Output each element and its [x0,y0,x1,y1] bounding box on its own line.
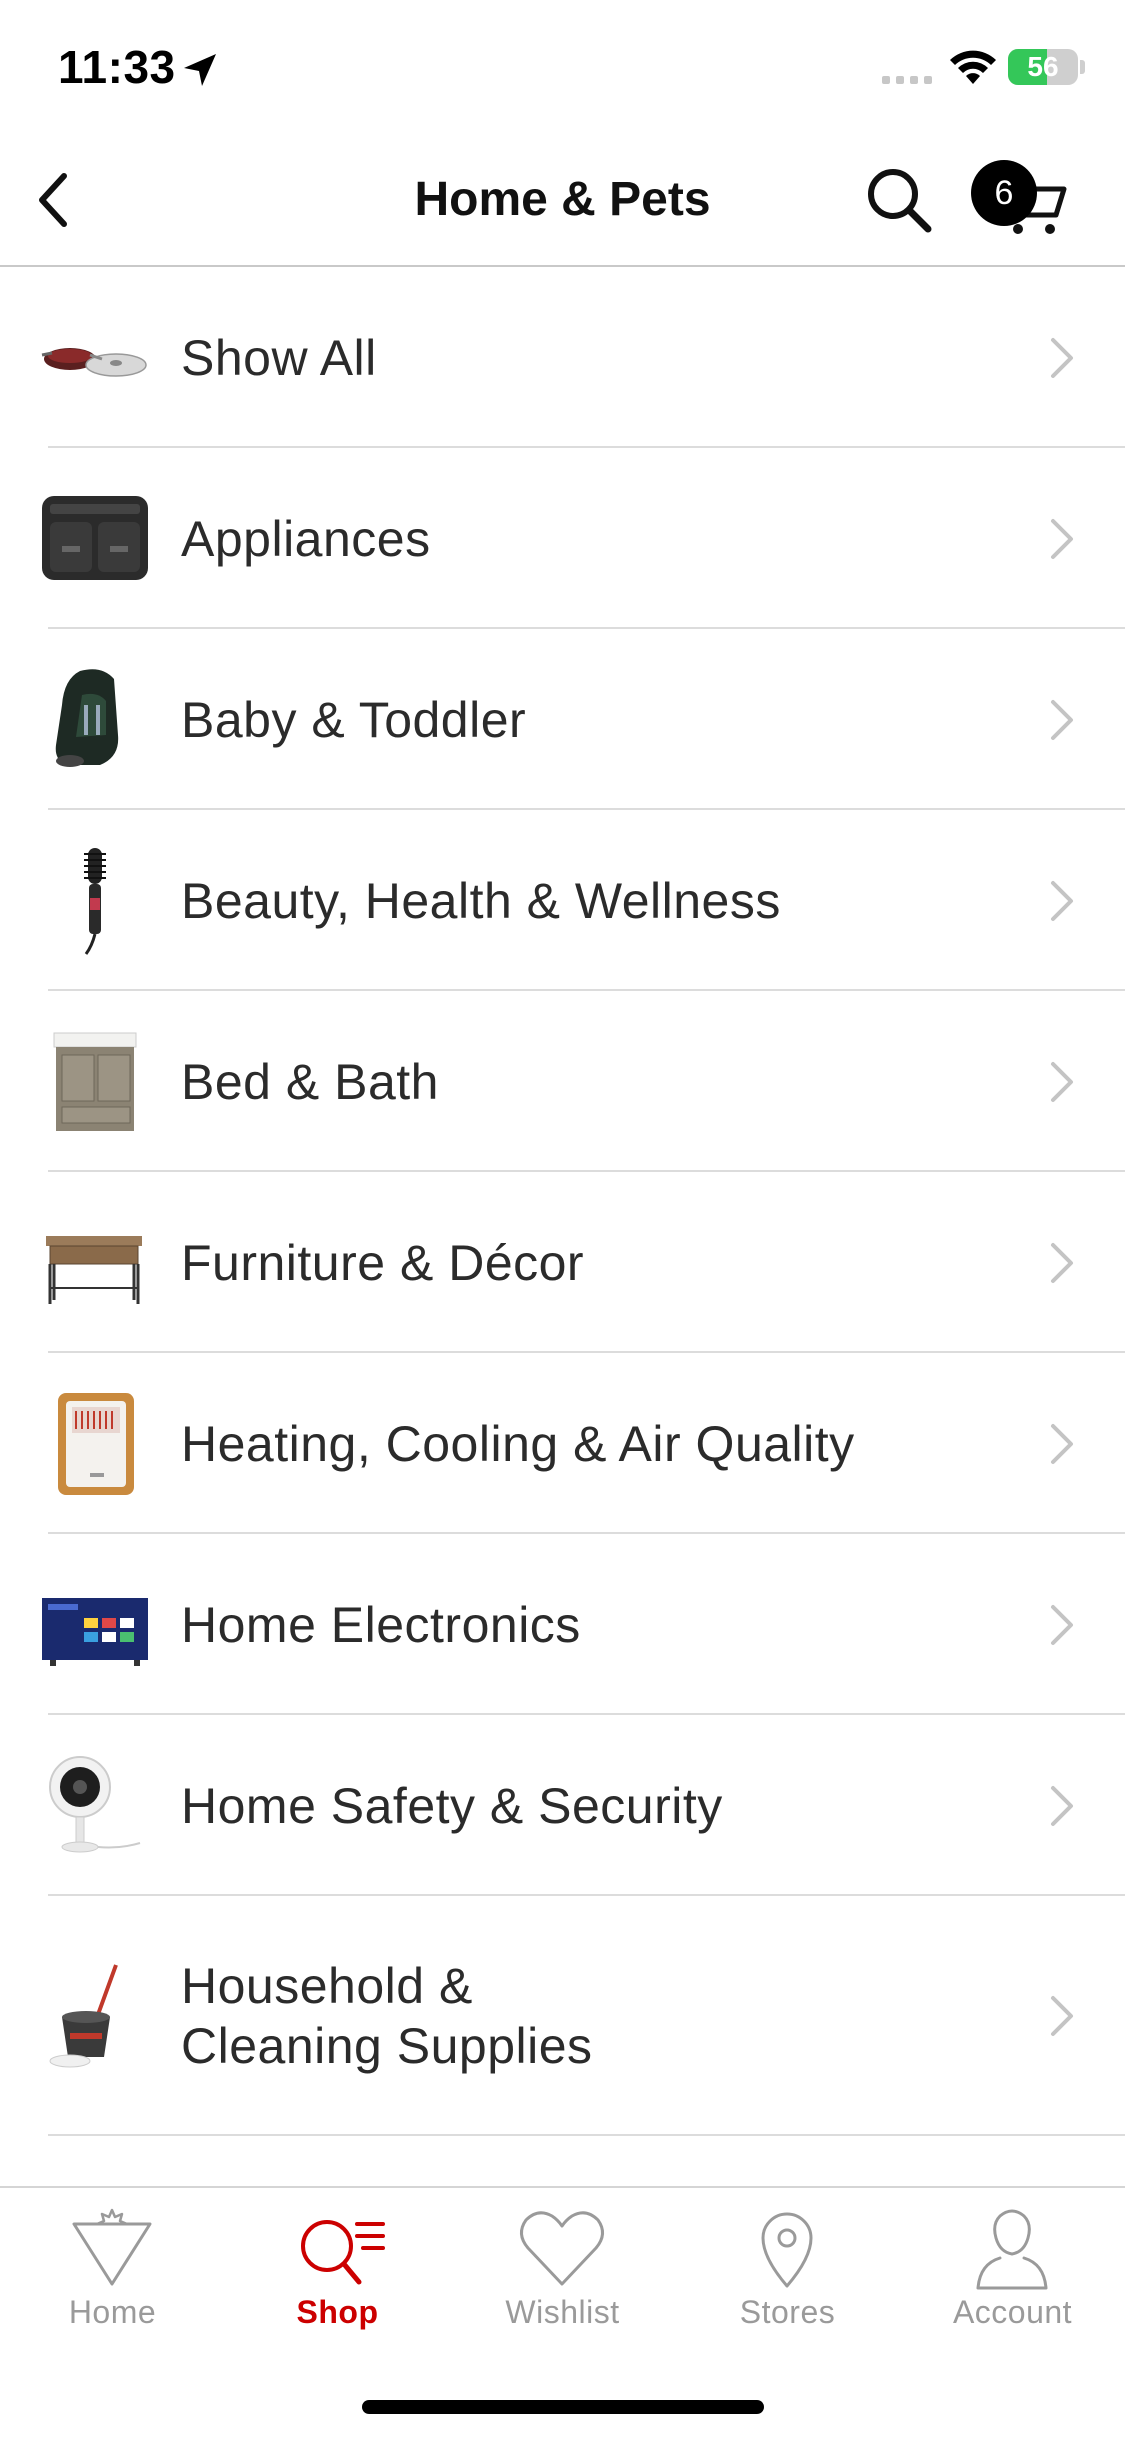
bathroom-vanity-image [53,1032,137,1131]
spin-mop-bucket-image [49,1964,118,2068]
heart-icon [520,2211,604,2286]
car-seat-image [55,668,119,767]
tab-label: Stores [739,2294,836,2330]
tab-wishlist[interactable]: Wishlist [450,2188,675,2358]
tab-account[interactable]: Account [900,2188,1125,2358]
category-label-line-2: Cleaning Supplies [181,2018,593,2074]
cookware-pans-image [41,347,147,377]
battery-cap [1080,60,1085,74]
category-label: Baby & Toddler [181,691,527,748]
nav-bar: Home & Pets 6 [0,135,1125,267]
tab-label: Home [68,2294,157,2330]
wifi-icon [950,50,996,84]
category-label: Appliances [181,510,431,567]
chevron-right-icon [1051,518,1073,559]
space-heater-image [58,1392,134,1495]
tab-shop[interactable]: Shop [225,2188,450,2358]
tab-stores[interactable]: Stores [675,2188,900,2358]
category-item-appliances[interactable]: Appliances [0,448,1125,629]
chevron-right-icon [1051,1423,1073,1464]
status-time: 11:33 [58,41,176,93]
tab-label: Account [952,2294,1073,2330]
page-title: Home & Pets [414,173,711,226]
chevron-right-icon [1051,1242,1073,1283]
category-item-furniture-decor[interactable]: Furniture & Décor [0,1172,1125,1353]
back-chevron-icon[interactable] [18,162,94,238]
category-label: Bed & Bath [181,1053,439,1110]
category-label: Heating, Cooling & Air Quality [181,1415,855,1472]
category-item-heating-cooling-air[interactable]: Heating, Cooling & Air Quality [0,1353,1125,1534]
chevron-right-icon [1051,699,1073,740]
chevron-right-icon [1051,1785,1073,1826]
battery-indicator: 56 [1008,49,1078,85]
map-pin-icon [761,2212,813,2288]
category-item-bed-bath[interactable]: Bed & Bath [0,991,1125,1172]
console-table-image [46,1235,142,1304]
chevron-right-icon [1051,1061,1073,1102]
chevron-right-icon [1051,1604,1073,1645]
category-label: Home Safety & Security [181,1777,723,1834]
battery-percent: 56 [1027,51,1059,82]
shop-search-icon [301,2220,385,2285]
cellular-signal-icon [882,76,932,84]
category-item-home-safety-security[interactable]: Home Safety & Security [0,1715,1125,1896]
category-label: Show All [181,329,377,386]
category-label: Home Electronics [181,1596,581,1653]
chevron-right-icon [1051,337,1073,378]
category-label: Furniture & Décor [181,1234,585,1291]
category-label: Household & Cleaning Supplies [181,1896,593,2136]
category-list: Show All Appliances Baby & Toddler Beaut… [0,267,1125,2317]
air-fryer-image [42,495,148,580]
tab-label: Wishlist [505,2294,620,2330]
category-label: Beauty, Health & Wellness [181,872,781,929]
category-item-beauty-health-wellness[interactable]: Beauty, Health & Wellness [0,810,1125,991]
search-icon[interactable] [860,161,938,239]
tab-label: Shop [296,2294,379,2330]
location-arrow-icon [184,54,216,86]
category-item-home-electronics[interactable]: Home Electronics [0,1534,1125,1715]
home-indicator [362,2400,764,2414]
security-camera-image [49,1755,141,1852]
cart-count-badge: 6 [971,160,1037,226]
tab-home[interactable]: Home [0,2188,225,2358]
hair-dryer-brush-image [84,847,106,955]
category-item-baby-toddler[interactable]: Baby & Toddler [0,629,1125,810]
status-bar: 11:33 56 [0,0,1125,135]
chevron-right-icon [1051,1996,1073,2036]
category-item-household-cleaning[interactable]: Household & Cleaning Supplies [0,1896,1125,2136]
chevron-right-icon [1051,880,1073,921]
category-item-show-all[interactable]: Show All [0,267,1125,448]
smart-tv-image [42,1597,148,1666]
cart-button[interactable]: 6 [968,147,1078,247]
category-label-line-1: Household & [181,1958,473,2014]
home-triangle-icon [72,2208,152,2286]
person-icon [976,2209,1048,2290]
